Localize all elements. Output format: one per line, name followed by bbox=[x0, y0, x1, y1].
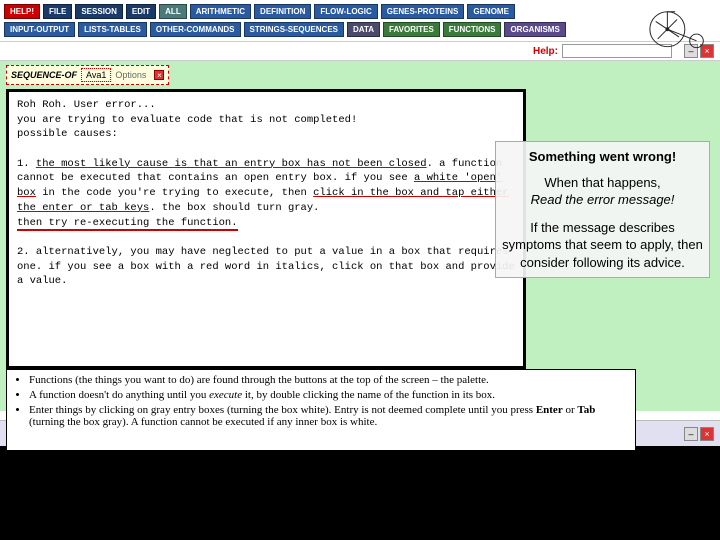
error-line: you are trying to evaluate code that is … bbox=[17, 113, 515, 128]
options-label[interactable]: Options bbox=[115, 70, 146, 80]
menu-genes-proteins[interactable]: GENES-PROTEINS bbox=[381, 4, 465, 19]
error-paragraph: 1. the most likely cause is that an entr… bbox=[17, 157, 515, 230]
error-paragraph: 2. alternatively, you may have neglected… bbox=[17, 245, 515, 289]
error-line: possible causes: bbox=[17, 127, 515, 142]
workspace: SEQUENCE-OF Ava1 Options × ↖ Roh Roh. Us… bbox=[0, 61, 720, 411]
menu-help-[interactable]: HELP! bbox=[4, 4, 40, 19]
footer bbox=[0, 446, 720, 540]
menu-session[interactable]: SESSION bbox=[75, 4, 123, 19]
menu-functions[interactable]: FUNCTIONS bbox=[443, 22, 502, 37]
callout-heading: Something went wrong! bbox=[502, 148, 703, 166]
menu-strings-sequences[interactable]: STRINGS-SEQUENCES bbox=[244, 22, 344, 37]
sequence-of-label: SEQUENCE-OF bbox=[11, 70, 77, 80]
sequence-of-entity[interactable]: Ava1 bbox=[81, 68, 111, 82]
menubar: HELP!FILESESSIONEDITALLARITHMETICDEFINIT… bbox=[0, 0, 720, 42]
menu-lists-tables[interactable]: LISTS-TABLES bbox=[78, 22, 147, 37]
menu-definition[interactable]: DEFINITION bbox=[254, 4, 311, 19]
hint-item: Enter things by clicking on gray entry b… bbox=[29, 404, 629, 428]
hints-panel: Functions (the things you want to do) ar… bbox=[6, 369, 636, 451]
menu-genome[interactable]: GENOME bbox=[467, 4, 515, 19]
error-line: Roh Roh. User error... bbox=[17, 98, 515, 113]
sequence-of-box[interactable]: SEQUENCE-OF Ava1 Options × bbox=[6, 65, 169, 85]
tip-callout: Something went wrong! When that happens,… bbox=[495, 141, 710, 278]
hint-item: Functions (the things you want to do) ar… bbox=[29, 374, 629, 386]
menu-file[interactable]: FILE bbox=[43, 4, 72, 19]
close-button[interactable]: × bbox=[700, 427, 714, 441]
close-icon[interactable]: × bbox=[154, 70, 164, 80]
menu-all[interactable]: ALL bbox=[159, 4, 187, 19]
help-label: Help: bbox=[533, 46, 558, 57]
menu-flow-logic[interactable]: FLOW-LOGIC bbox=[314, 4, 377, 19]
menubar-row-1: HELP!FILESESSIONEDITALLARITHMETICDEFINIT… bbox=[4, 4, 716, 19]
menu-other-commands[interactable]: OTHER-COMMANDS bbox=[150, 22, 241, 37]
logo-bicycle bbox=[646, 2, 714, 50]
menu-input-output[interactable]: INPUT-OUTPUT bbox=[4, 22, 75, 37]
minimize-button[interactable]: – bbox=[684, 427, 698, 441]
menu-favorites[interactable]: FAVORITES bbox=[383, 22, 440, 37]
callout-line: When that happens, Read the error messag… bbox=[502, 174, 703, 209]
menubar-row-2: INPUT-OUTPUTLISTS-TABLESOTHER-COMMANDSST… bbox=[4, 22, 716, 37]
help-bar: ⇦ Help: – × bbox=[0, 42, 720, 61]
menu-arithmetic[interactable]: ARITHMETIC bbox=[190, 4, 251, 19]
callout-line: If the message describes symptoms that s… bbox=[502, 219, 703, 272]
menu-edit[interactable]: EDIT bbox=[126, 4, 156, 19]
menu-organisms[interactable]: ORGANISMS bbox=[504, 22, 565, 37]
hint-item: A function doesn't do anything until you… bbox=[29, 389, 629, 401]
error-dialog: Roh Roh. User error... you are trying to… bbox=[6, 89, 526, 369]
menu-data[interactable]: DATA bbox=[347, 22, 380, 37]
